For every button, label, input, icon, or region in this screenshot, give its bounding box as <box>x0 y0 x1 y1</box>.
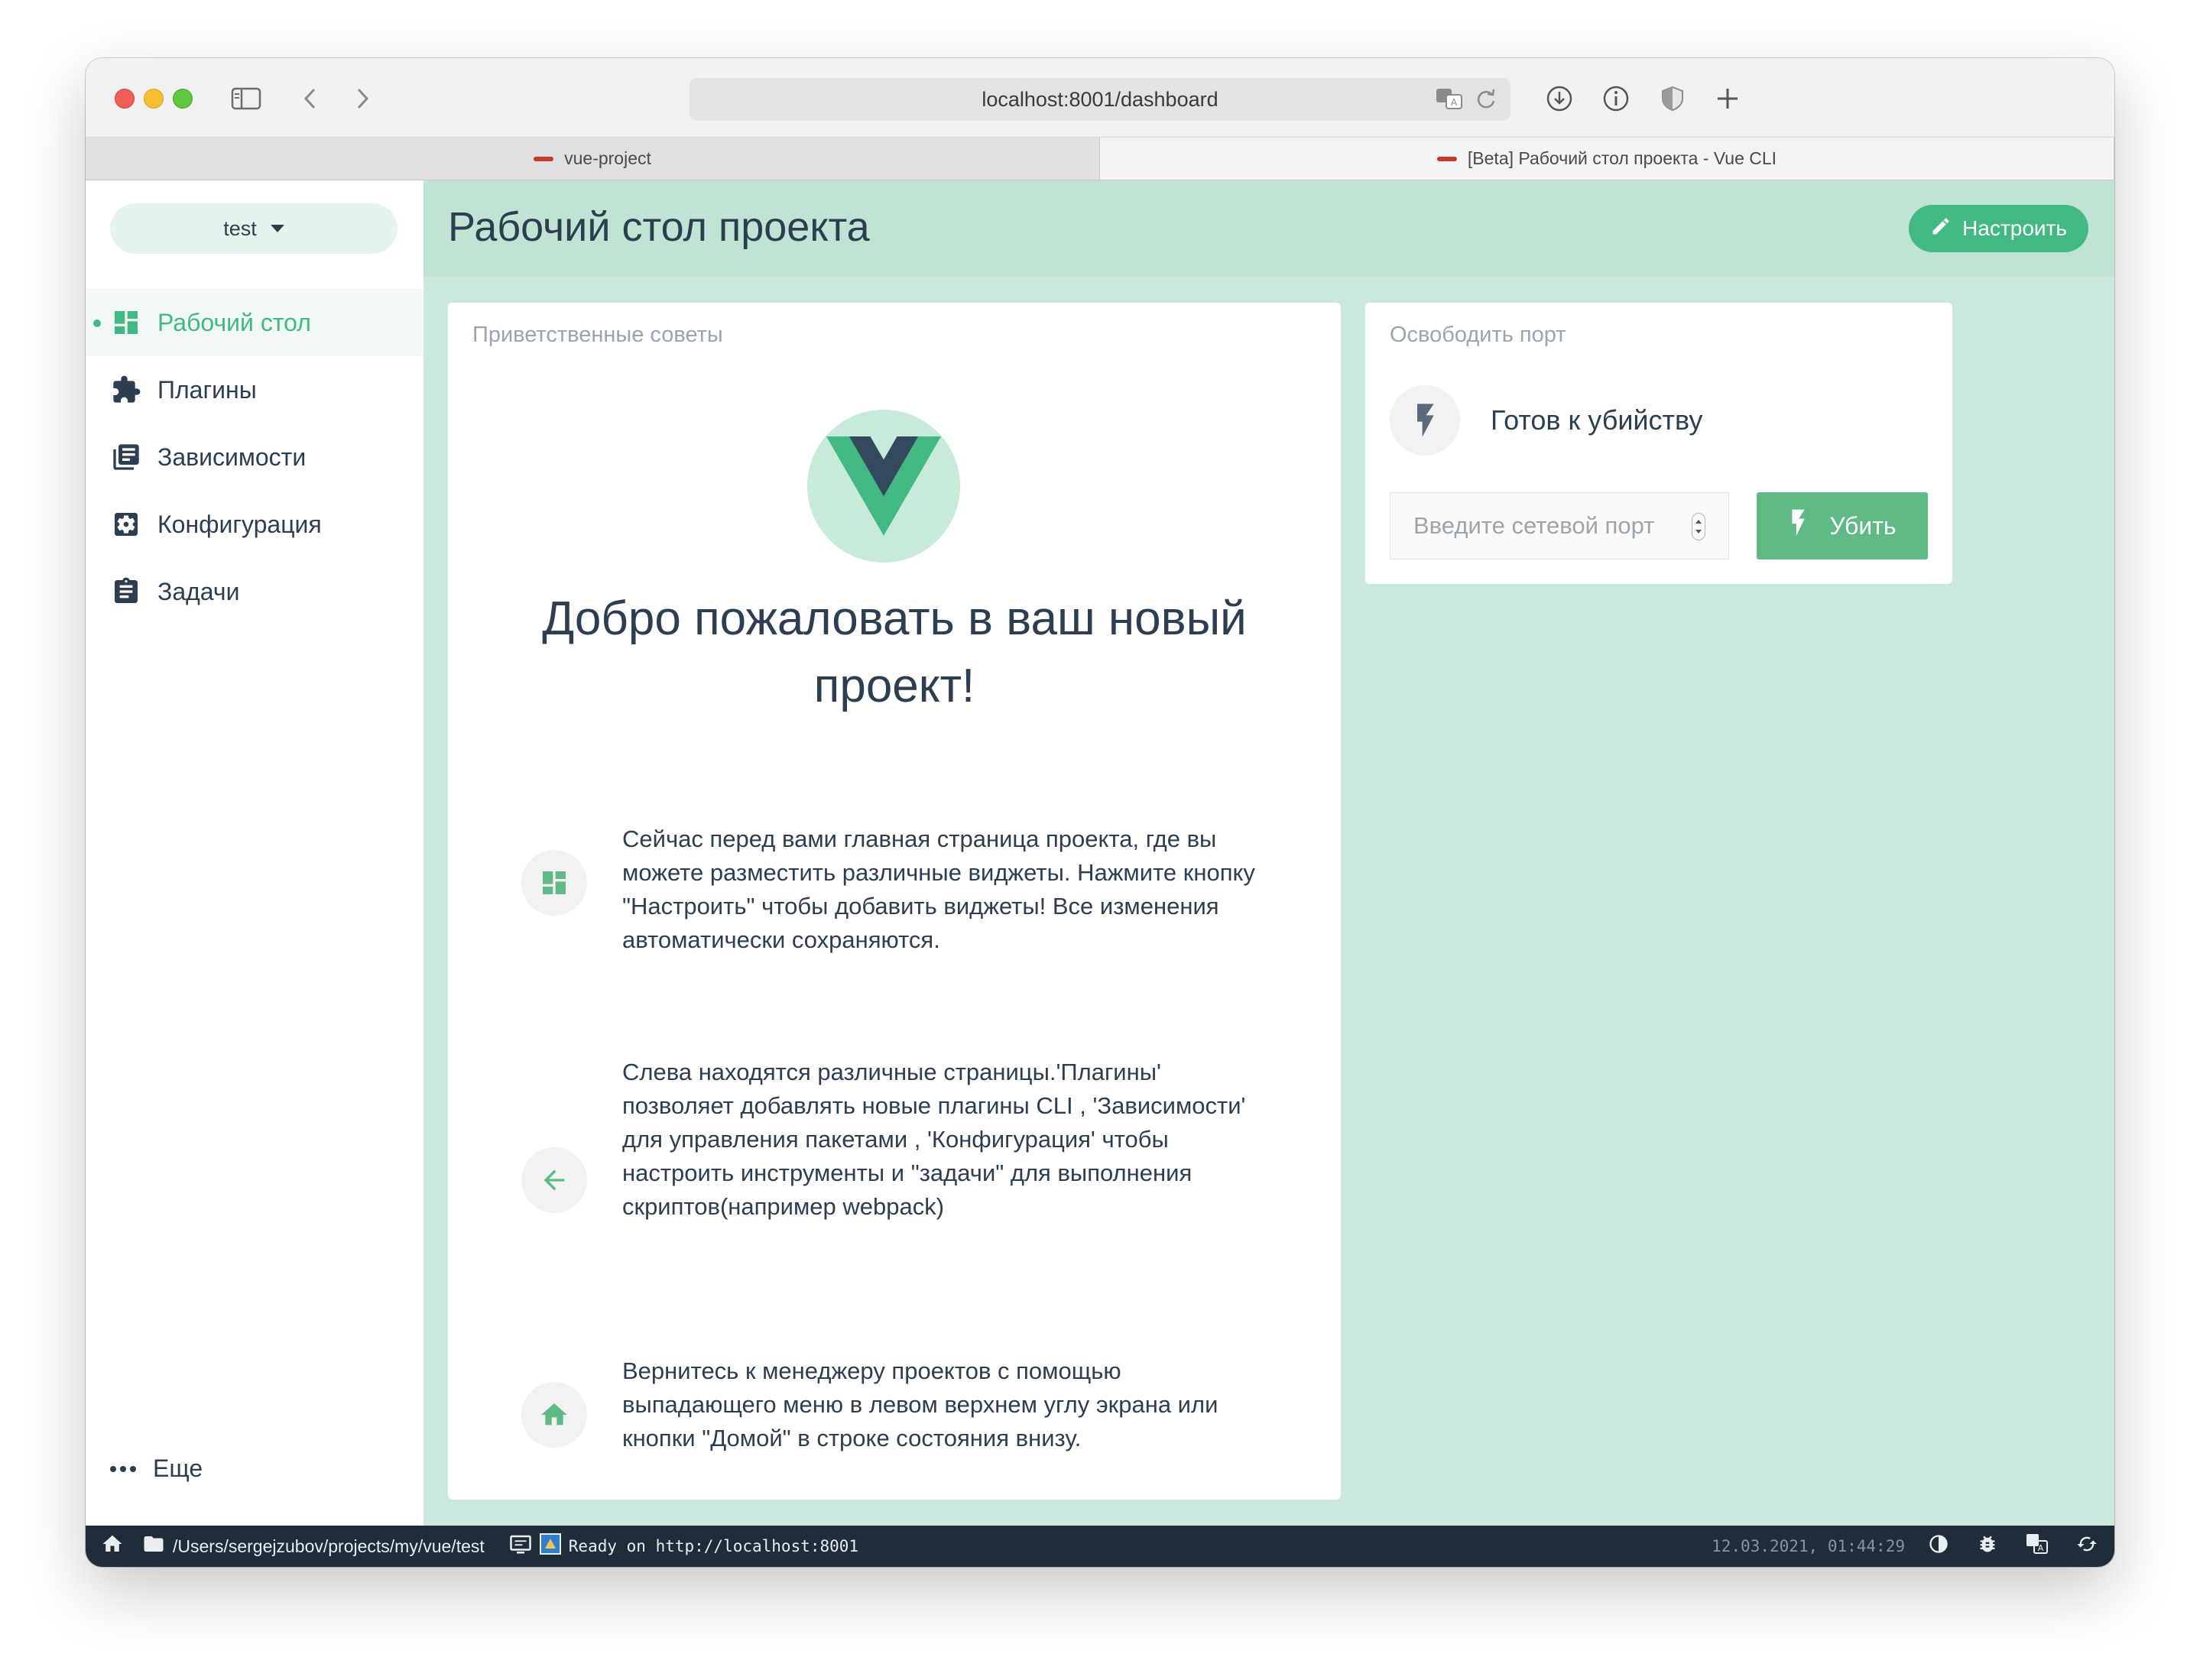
tab-strip: vue-project [Beta] Рабочий стол проекта … <box>86 138 2114 180</box>
more-label: Еще <box>153 1455 203 1482</box>
library-books-icon <box>110 441 142 473</box>
page-header: Рабочий стол проекта Настроить <box>423 180 2114 277</box>
sidebar-toggle-icon[interactable] <box>231 86 261 112</box>
console-log[interactable]: Ready on http://localhost:8001 <box>509 1533 858 1559</box>
console-icon <box>509 1534 532 1558</box>
back-icon[interactable] <box>295 86 326 112</box>
customize-button[interactable]: Настроить <box>1909 205 2088 252</box>
folder-icon <box>142 1534 165 1558</box>
port-input[interactable]: Введите сетевой порт <box>1390 492 1729 559</box>
reload-icon[interactable] <box>1475 87 1497 115</box>
home-button[interactable] <box>101 1532 124 1560</box>
maximize-window-button[interactable] <box>173 89 193 109</box>
caret-down-icon <box>270 225 284 232</box>
tab-label: vue-project <box>564 148 651 168</box>
translate-icon[interactable]: A <box>1436 87 1463 115</box>
dashboard-icon <box>521 850 587 916</box>
close-window-button[interactable] <box>115 89 135 109</box>
welcome-heading: Добро пожаловать в ваш новый проект! <box>542 592 1247 712</box>
bug-report-icon[interactable] <box>1977 1533 1998 1559</box>
tab-vue-project[interactable]: vue-project <box>86 138 1100 180</box>
project-path-text: /Users/sergejzubov/projects/my/vue/test <box>173 1536 485 1556</box>
flash-icon <box>1788 508 1808 544</box>
status-timestamp: 12.03.2021, 01:44:29 <box>1712 1537 1905 1555</box>
dark-mode-icon[interactable] <box>1928 1533 1949 1559</box>
puzzle-icon <box>110 374 142 406</box>
favicon-icon <box>1436 156 1457 161</box>
sidebar-item-dashboard[interactable]: Рабочий стол <box>86 289 423 356</box>
sidebar-item-dependencies[interactable]: Зависимости <box>86 423 423 491</box>
project-path[interactable]: /Users/sergejzubov/projects/my/vue/test <box>142 1534 485 1558</box>
port-status-text: Готов к убийству <box>1491 404 1703 436</box>
log-message: Ready on http://localhost:8001 <box>568 1537 859 1555</box>
sidebar-item-label: Задачи <box>157 577 240 605</box>
tab-label: [Beta] Рабочий стол проекта - Vue CLI <box>1467 148 1777 168</box>
sidebar-item-label: Плагины <box>157 375 257 404</box>
info-icon[interactable] <box>1601 86 1631 112</box>
kill-label: Убить <box>1829 511 1897 540</box>
forward-icon[interactable] <box>347 86 378 112</box>
svg-text:A: A <box>1451 97 1458 108</box>
widget-title: Освободить порт <box>1390 323 1566 347</box>
project-name: test <box>223 216 257 240</box>
project-select[interactable]: test <box>110 203 397 254</box>
new-tab-icon[interactable] <box>1712 86 1743 112</box>
page-title: Рабочий стол проекта <box>448 204 870 250</box>
sidebar-item-tasks[interactable]: Задачи <box>86 558 423 625</box>
home-icon <box>101 1532 124 1560</box>
welcome-widget: Приветственные советы Добро пожаловать в… <box>448 303 1341 1500</box>
minimize-window-button[interactable] <box>144 89 164 109</box>
more-button[interactable]: Еще <box>110 1455 203 1483</box>
svg-text:A: A <box>2038 1543 2044 1553</box>
address-bar[interactable]: localhost:8001/dashboard A <box>690 78 1510 121</box>
sidebar-item-configuration[interactable]: Конфигурация <box>86 491 423 558</box>
edit-icon <box>1930 216 1952 242</box>
kill-port-widget: Освободить порт Готов к убийству Введите… <box>1365 303 1952 584</box>
tip-text: Сейчас перед вами главная страница проек… <box>622 825 1255 953</box>
more-horiz-icon <box>110 1465 136 1472</box>
vue-ui-app: test Рабочий стол Плагины Зависимости Ко… <box>86 180 2114 1526</box>
number-stepper-icon[interactable] <box>1692 513 1705 540</box>
sidebar-item-label: Зависимости <box>157 443 307 471</box>
flash-icon <box>1390 385 1460 456</box>
tip-text: Слева находятся различные страницы.'Плаг… <box>622 1059 1246 1220</box>
port-status: Готов к убийству <box>1390 385 1702 456</box>
assignment-icon <box>110 576 142 608</box>
tip-text: Вернитесь к менеджеру проектов с помощью… <box>622 1357 1218 1451</box>
url-text: localhost:8001/dashboard <box>982 87 1218 111</box>
widget-title: Приветственные советы <box>472 323 723 347</box>
port-input-placeholder: Введите сетевой порт <box>1413 512 1655 539</box>
favicon-icon <box>534 156 554 161</box>
refresh-icon[interactable] <box>2076 1533 2098 1559</box>
status-actions: A <box>1928 1533 2098 1559</box>
sidebar-item-plugins[interactable]: Плагины <box>86 356 423 423</box>
kill-button[interactable]: Убить <box>1757 492 1928 559</box>
tab-dashboard[interactable]: [Beta] Рабочий стол проекта - Vue CLI <box>1100 138 2114 180</box>
dashboard-icon <box>110 306 142 339</box>
download-icon[interactable] <box>1544 86 1575 112</box>
sidebar-item-label: Рабочий стол <box>157 308 311 336</box>
sidebar-item-label: Конфигурация <box>157 510 322 538</box>
log-source-icon <box>539 1533 561 1559</box>
browser-toolbar: localhost:8001/dashboard A <box>86 58 2114 138</box>
translate-icon[interactable]: A <box>2026 1533 2049 1559</box>
settings-applications-icon <box>110 508 142 540</box>
active-indicator <box>93 319 101 327</box>
shield-icon[interactable] <box>1657 86 1688 112</box>
home-icon <box>521 1382 587 1448</box>
browser-window: localhost:8001/dashboard A vue-project [… <box>86 58 2114 1567</box>
main-content: Рабочий стол проекта Настроить Приветств… <box>423 180 2114 1526</box>
sidebar: test Рабочий стол Плагины Зависимости Ко… <box>86 180 423 1526</box>
status-bar: /Users/sergejzubov/projects/my/vue/test … <box>86 1526 2114 1567</box>
vue-logo-icon <box>807 410 960 563</box>
customize-label: Настроить <box>1962 216 2067 240</box>
sidebar-nav: Рабочий стол Плагины Зависимости Конфигу… <box>86 289 423 625</box>
arrow-back-icon <box>521 1147 587 1213</box>
